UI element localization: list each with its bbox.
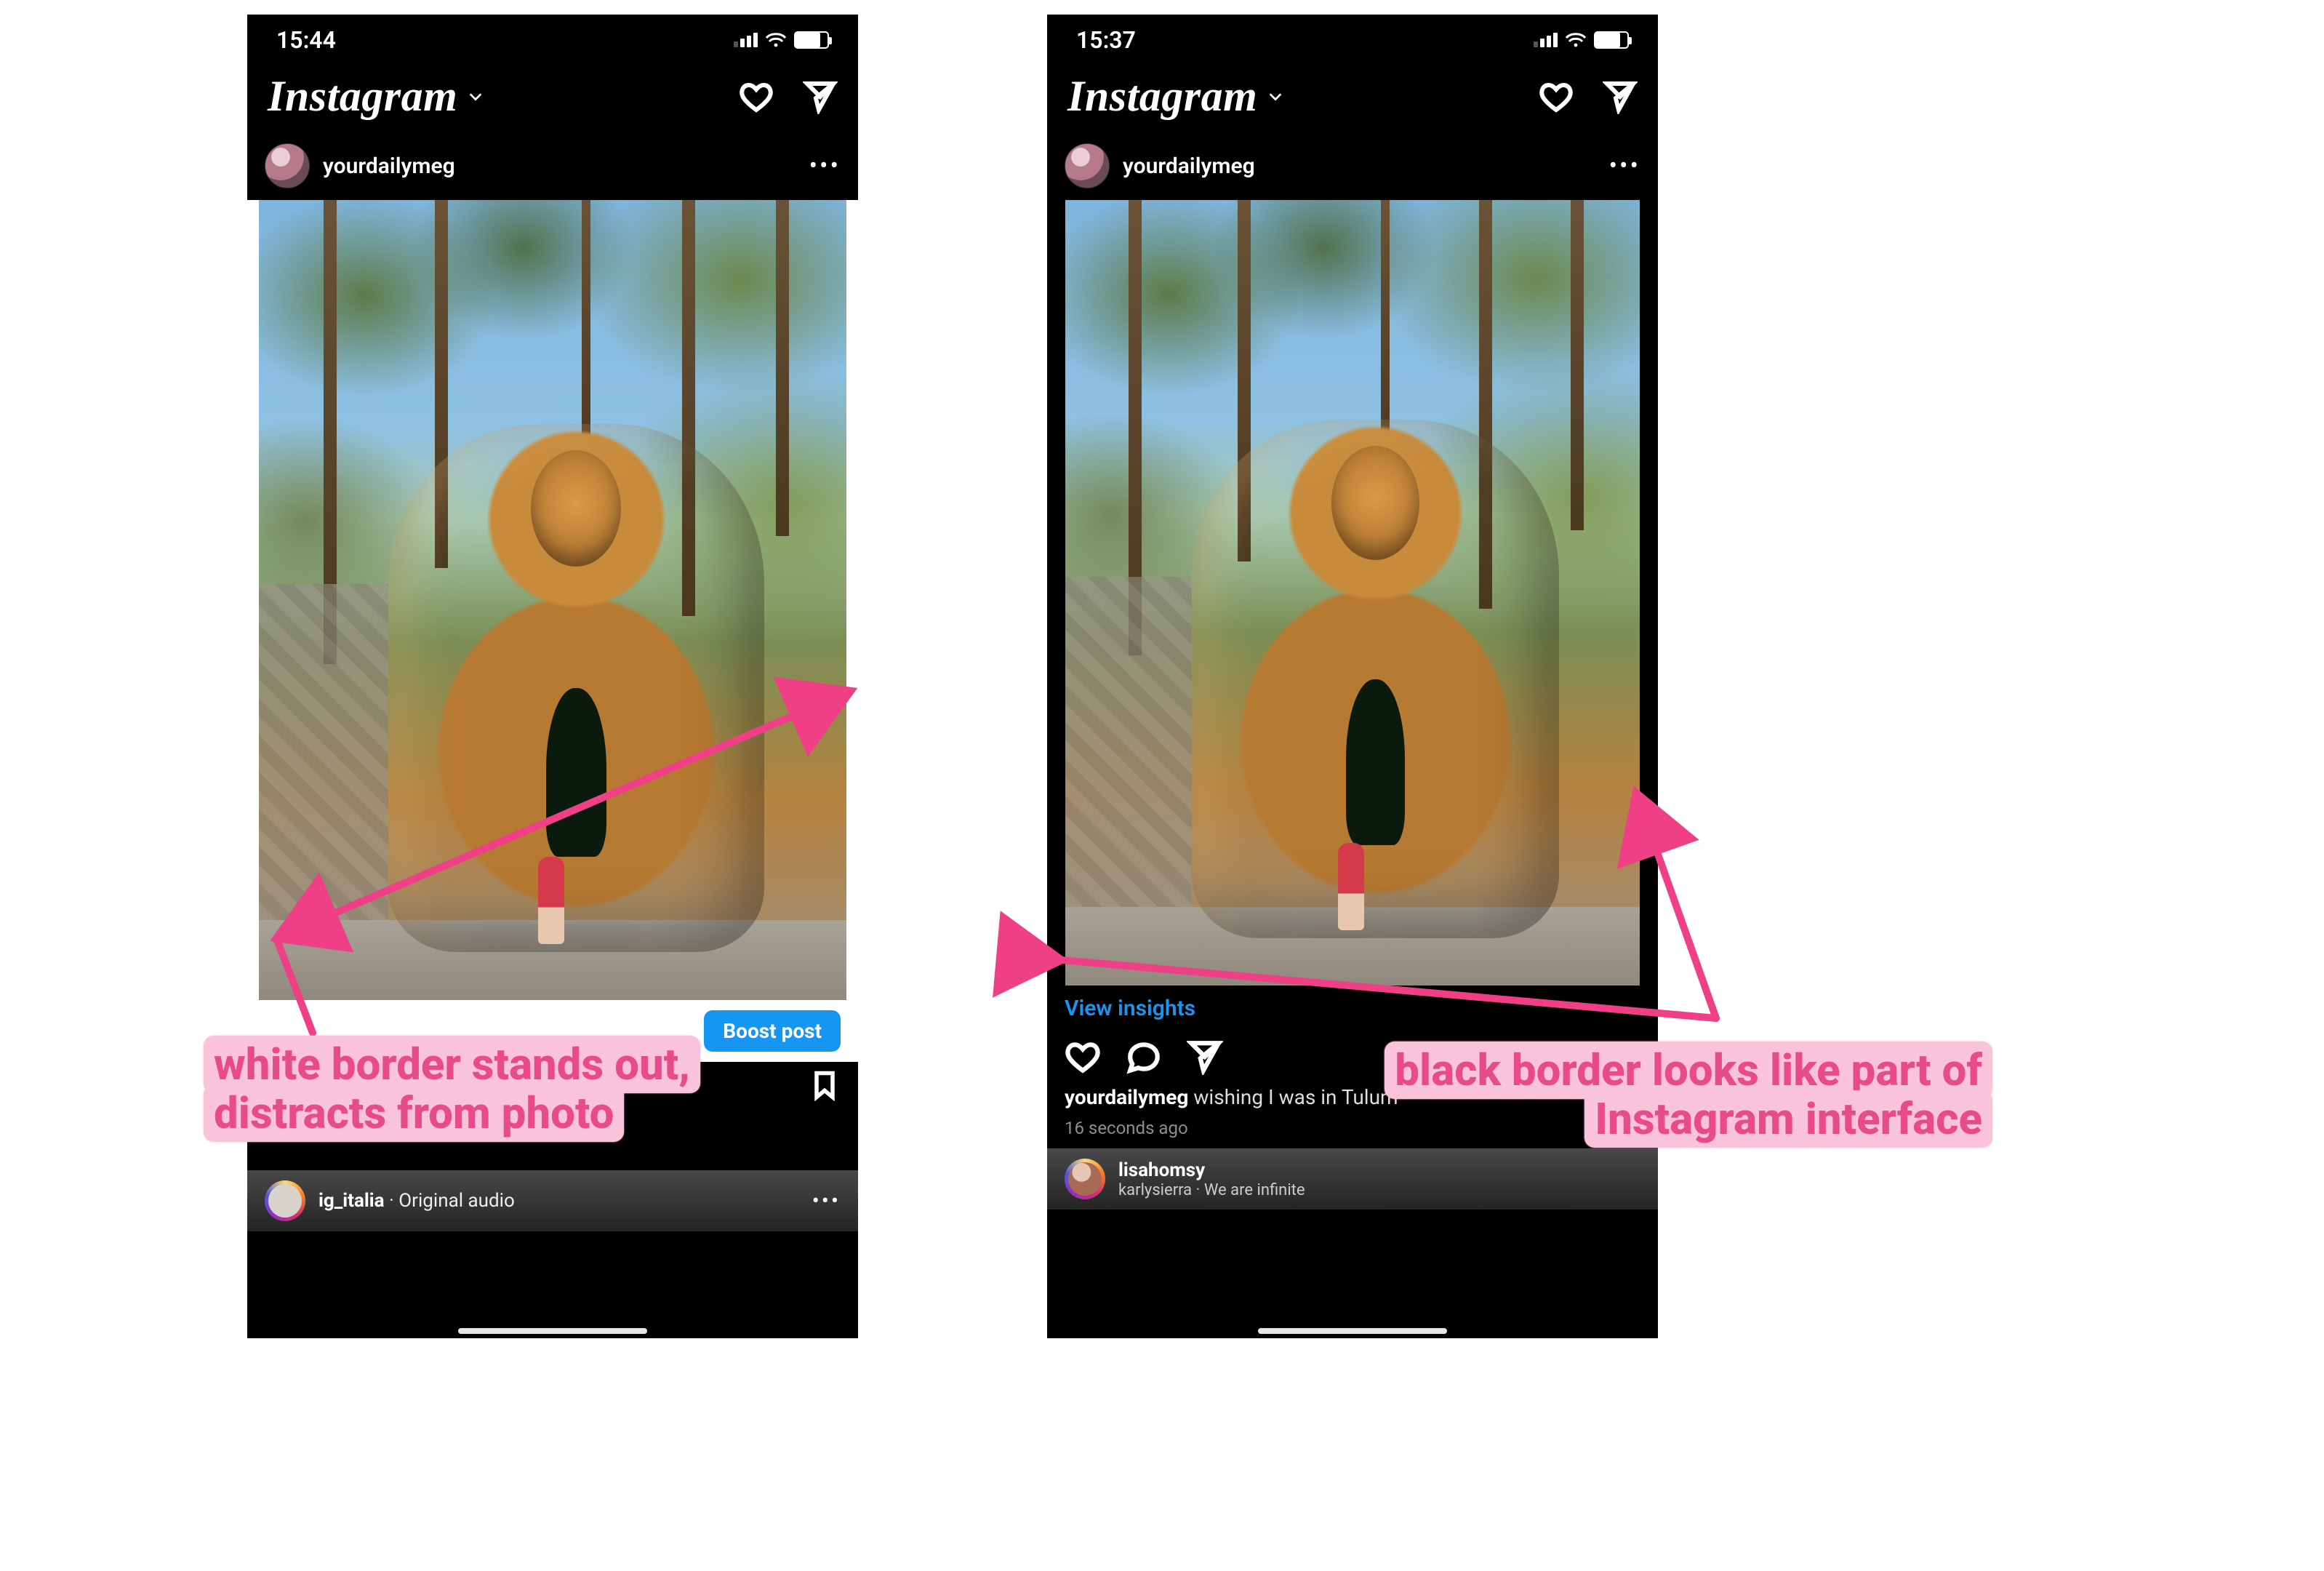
heart-icon[interactable] (1539, 79, 1574, 114)
post-image-frame (247, 200, 858, 1038)
app-header: Instagram (1047, 58, 1658, 137)
instagram-logo[interactable]: Instagram (1067, 71, 1257, 121)
caption-text: wishing I was in Tulum (1193, 1085, 1398, 1109)
cellular-icon (734, 33, 758, 47)
share-icon[interactable] (1187, 1039, 1223, 1075)
next-sub-user: karlysierra (1118, 1181, 1192, 1199)
status-icons (1534, 31, 1629, 49)
phone-left: 15:44 Instagram (247, 15, 858, 1338)
status-time: 15:44 (276, 26, 336, 54)
caption-username[interactable]: yourdailymeg (1065, 1085, 1188, 1109)
insights-row: Boost post (247, 1000, 858, 1062)
post-username[interactable]: yourdailymeg (323, 153, 455, 179)
caption: yourdailymeg wishing I was in Tulum (1047, 1079, 1658, 1115)
post-header: yourdailymeg ••• (1047, 137, 1658, 200)
wifi-icon (765, 32, 787, 48)
chevron-down-icon[interactable] (468, 89, 484, 105)
avatar[interactable] (265, 143, 310, 188)
cellular-icon (1534, 33, 1558, 47)
status-icons (734, 31, 829, 49)
post-header: yourdailymeg ••• (247, 137, 858, 200)
next-username[interactable]: ig_italia (318, 1190, 385, 1212)
boost-post-button[interactable]: Boost post (704, 1010, 841, 1052)
next-post-preview[interactable]: lisahomsy karlysierra · We are infinite (1047, 1148, 1658, 1210)
heart-icon[interactable] (739, 79, 774, 114)
messenger-icon[interactable] (803, 79, 838, 114)
like-icon[interactable] (1065, 1039, 1101, 1075)
bookmark-icon[interactable] (809, 1069, 841, 1101)
post-image-frame (1047, 200, 1658, 986)
phone-right: 15:37 Instagram (1047, 15, 1658, 1338)
post-image[interactable] (259, 200, 846, 1000)
app-header: Instagram (247, 58, 858, 137)
action-bar (1047, 1031, 1658, 1079)
status-bar: 15:44 (247, 15, 858, 58)
more-icon[interactable]: ••• (1609, 151, 1640, 180)
post-username[interactable]: yourdailymeg (1123, 153, 1255, 179)
next-avatar[interactable] (1065, 1159, 1105, 1199)
comment-icon[interactable] (1126, 1039, 1162, 1075)
battery-icon (1594, 31, 1629, 49)
home-indicator (458, 1328, 647, 1334)
avatar[interactable] (1065, 143, 1110, 188)
next-post-preview[interactable]: ig_italia · Original audio ••• (247, 1170, 858, 1231)
chevron-down-icon[interactable] (1267, 89, 1283, 105)
more-icon[interactable]: ••• (809, 151, 841, 180)
status-time: 15:37 (1076, 26, 1136, 54)
instagram-logo[interactable]: Instagram (268, 71, 457, 121)
insights-row: View insights (1047, 986, 1658, 1031)
battery-icon (794, 31, 829, 49)
wifi-icon (1565, 32, 1587, 48)
post-image[interactable] (1065, 200, 1640, 986)
next-username[interactable]: lisahomsy (1118, 1159, 1305, 1181)
caption: s in Tulum again (247, 1106, 858, 1141)
view-insights-link[interactable]: View insights (1065, 996, 1195, 1021)
caption-suffix: s in Tulum again (265, 1111, 412, 1135)
next-more-icon[interactable]: ••• (812, 1188, 841, 1214)
next-avatar[interactable] (265, 1180, 305, 1221)
home-indicator (1258, 1328, 1447, 1334)
status-bar: 15:37 (1047, 15, 1658, 58)
next-meta: Original audio (398, 1190, 515, 1212)
timestamp: 16 seconds ago (1047, 1115, 1658, 1148)
next-sub-text: We are infinite (1204, 1181, 1305, 1199)
action-bar (247, 1062, 858, 1106)
messenger-icon[interactable] (1603, 79, 1638, 114)
